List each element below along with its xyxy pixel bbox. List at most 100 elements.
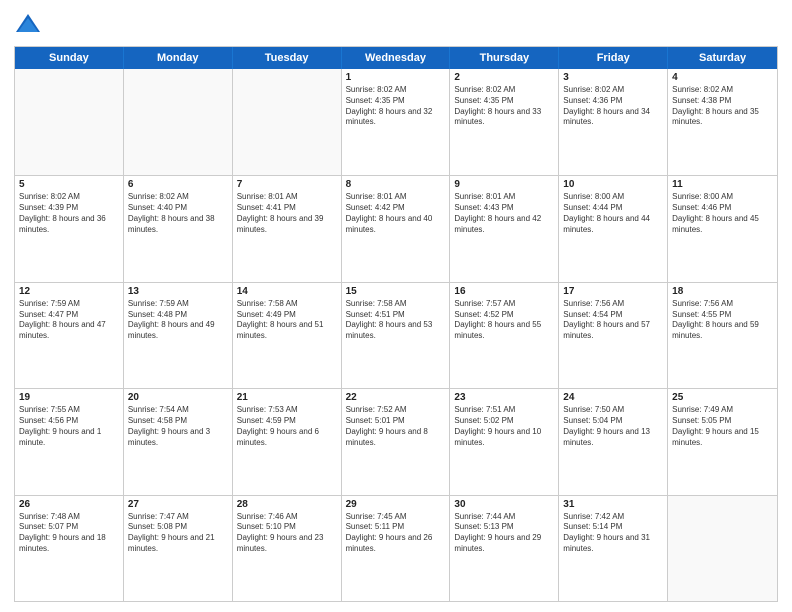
day-info: Sunrise: 8:02 AM Sunset: 4:35 PM Dayligh…: [454, 85, 554, 128]
day-number: 24: [563, 392, 663, 403]
day-number: 3: [563, 72, 663, 83]
day-number: 5: [19, 179, 119, 190]
day-cell-15: 15 Sunrise: 7:58 AM Sunset: 4:51 PM Dayli…: [342, 283, 451, 388]
header-day-monday: Monday: [124, 47, 233, 69]
day-info: Sunrise: 8:01 AM Sunset: 4:42 PM Dayligh…: [346, 192, 446, 235]
day-cell-21: 21Sunrise: 7:53 AM Sunset: 4:59 PM Dayli…: [233, 389, 342, 494]
day-number: 27: [128, 499, 228, 510]
day-info: Sunrise: 8:02 AM Sunset: 4:40 PM Dayligh…: [128, 192, 228, 235]
day-info: Sunrise: 7:54 AM Sunset: 4:58 PM Dayligh…: [128, 405, 228, 448]
day-cell-28: 28 Sunrise: 7:46 AM Sunset: 5:10 PM Dayli…: [233, 496, 342, 601]
page: SundayMondayTuesdayWednesdayThursdayFrid…: [0, 0, 792, 612]
day-cell-18: 18 Sunrise: 7:56 AM Sunset: 4:55 PM Dayli…: [668, 283, 777, 388]
empty-cell: [233, 69, 342, 175]
day-info: Sunrise: 7:59 AM Sunset: 4:47 PM Dayligh…: [19, 299, 119, 342]
header-day-sunday: Sunday: [15, 47, 124, 69]
day-info: Sunrise: 8:00 AM Sunset: 4:46 PM Dayligh…: [672, 192, 773, 235]
calendar-header: SundayMondayTuesdayWednesdayThursdayFrid…: [15, 47, 777, 69]
day-info: Sunrise: 7:52 AM Sunset: 5:01 PM Dayligh…: [346, 405, 446, 448]
day-cell-3: 3Sunrise: 8:02 AM Sunset: 4:36 PM Daylig…: [559, 69, 668, 175]
day-number: 29: [346, 499, 446, 510]
day-number: 4: [672, 72, 773, 83]
day-cell-8: 8 Sunrise: 8:01 AM Sunset: 4:42 PM Daylig…: [342, 176, 451, 281]
day-cell-24: 24Sunrise: 7:50 AM Sunset: 5:04 PM Dayli…: [559, 389, 668, 494]
day-cell-27: 27 Sunrise: 7:47 AM Sunset: 5:08 PM Dayli…: [124, 496, 233, 601]
day-info: Sunrise: 7:56 AM Sunset: 4:55 PM Dayligh…: [672, 299, 773, 342]
day-cell-25: 25Sunrise: 7:49 AM Sunset: 5:05 PM Dayli…: [668, 389, 777, 494]
day-info: Sunrise: 7:55 AM Sunset: 4:56 PM Dayligh…: [19, 405, 119, 448]
day-cell-1: 1 Sunrise: 8:02 AM Sunset: 4:35 PM Daylig…: [342, 69, 451, 175]
day-info: Sunrise: 8:00 AM Sunset: 4:44 PM Dayligh…: [563, 192, 663, 235]
day-info: Sunrise: 7:44 AM Sunset: 5:13 PM Dayligh…: [454, 512, 554, 555]
day-number: 10: [563, 179, 663, 190]
day-number: 17: [563, 286, 663, 297]
day-info: Sunrise: 7:49 AM Sunset: 5:05 PM Dayligh…: [672, 405, 773, 448]
day-number: 1: [346, 72, 446, 83]
day-cell-23: 23 Sunrise: 7:51 AM Sunset: 5:02 PM Dayli…: [450, 389, 559, 494]
day-info: Sunrise: 8:02 AM Sunset: 4:38 PM Dayligh…: [672, 85, 773, 128]
header-day-saturday: Saturday: [668, 47, 777, 69]
logo: [14, 10, 44, 38]
day-number: 16: [454, 286, 554, 297]
day-cell-13: 13Sunrise: 7:59 AM Sunset: 4:48 PM Dayli…: [124, 283, 233, 388]
day-cell-22: 22 Sunrise: 7:52 AM Sunset: 5:01 PM Dayli…: [342, 389, 451, 494]
day-info: Sunrise: 8:02 AM Sunset: 4:35 PM Dayligh…: [346, 85, 446, 128]
header: [14, 10, 778, 38]
day-info: Sunrise: 7:58 AM Sunset: 4:51 PM Dayligh…: [346, 299, 446, 342]
day-number: 2: [454, 72, 554, 83]
day-number: 13: [128, 286, 228, 297]
day-number: 31: [563, 499, 663, 510]
calendar-row-4: 19Sunrise: 7:55 AM Sunset: 4:56 PM Dayli…: [15, 388, 777, 494]
day-info: Sunrise: 7:47 AM Sunset: 5:08 PM Dayligh…: [128, 512, 228, 555]
day-number: 11: [672, 179, 773, 190]
day-number: 14: [237, 286, 337, 297]
logo-icon: [14, 10, 42, 38]
header-day-thursday: Thursday: [450, 47, 559, 69]
day-cell-19: 19Sunrise: 7:55 AM Sunset: 4:56 PM Dayli…: [15, 389, 124, 494]
day-cell-9: 9 Sunrise: 8:01 AM Sunset: 4:43 PM Daylig…: [450, 176, 559, 281]
day-number: 7: [237, 179, 337, 190]
day-info: Sunrise: 7:56 AM Sunset: 4:54 PM Dayligh…: [563, 299, 663, 342]
day-cell-17: 17 Sunrise: 7:56 AM Sunset: 4:54 PM Dayli…: [559, 283, 668, 388]
day-info: Sunrise: 7:53 AM Sunset: 4:59 PM Dayligh…: [237, 405, 337, 448]
day-info: Sunrise: 7:45 AM Sunset: 5:11 PM Dayligh…: [346, 512, 446, 555]
day-cell-4: 4 Sunrise: 8:02 AM Sunset: 4:38 PM Daylig…: [668, 69, 777, 175]
day-cell-29: 29 Sunrise: 7:45 AM Sunset: 5:11 PM Dayli…: [342, 496, 451, 601]
header-day-friday: Friday: [559, 47, 668, 69]
day-number: 12: [19, 286, 119, 297]
header-day-wednesday: Wednesday: [342, 47, 451, 69]
day-cell-16: 16Sunrise: 7:57 AM Sunset: 4:52 PM Dayli…: [450, 283, 559, 388]
day-cell-12: 12 Sunrise: 7:59 AM Sunset: 4:47 PM Dayli…: [15, 283, 124, 388]
day-info: Sunrise: 7:48 AM Sunset: 5:07 PM Dayligh…: [19, 512, 119, 555]
day-info: Sunrise: 7:51 AM Sunset: 5:02 PM Dayligh…: [454, 405, 554, 448]
day-cell-5: 5 Sunrise: 8:02 AM Sunset: 4:39 PM Daylig…: [15, 176, 124, 281]
day-number: 26: [19, 499, 119, 510]
day-number: 22: [346, 392, 446, 403]
day-number: 23: [454, 392, 554, 403]
day-info: Sunrise: 7:46 AM Sunset: 5:10 PM Dayligh…: [237, 512, 337, 555]
day-number: 6: [128, 179, 228, 190]
day-cell-30: 30 Sunrise: 7:44 AM Sunset: 5:13 PM Dayli…: [450, 496, 559, 601]
day-number: 30: [454, 499, 554, 510]
day-cell-6: 6 Sunrise: 8:02 AM Sunset: 4:40 PM Daylig…: [124, 176, 233, 281]
day-number: 9: [454, 179, 554, 190]
day-number: 28: [237, 499, 337, 510]
calendar-body: 1 Sunrise: 8:02 AM Sunset: 4:35 PM Daylig…: [15, 69, 777, 601]
empty-cell: [124, 69, 233, 175]
calendar-row-5: 26 Sunrise: 7:48 AM Sunset: 5:07 PM Dayli…: [15, 495, 777, 601]
day-number: 8: [346, 179, 446, 190]
day-info: Sunrise: 8:02 AM Sunset: 4:39 PM Dayligh…: [19, 192, 119, 235]
day-number: 18: [672, 286, 773, 297]
calendar: SundayMondayTuesdayWednesdayThursdayFrid…: [14, 46, 778, 602]
day-cell-2: 2 Sunrise: 8:02 AM Sunset: 4:35 PM Daylig…: [450, 69, 559, 175]
day-info: Sunrise: 8:01 AM Sunset: 4:41 PM Dayligh…: [237, 192, 337, 235]
day-cell-31: 31Sunrise: 7:42 AM Sunset: 5:14 PM Dayli…: [559, 496, 668, 601]
day-number: 20: [128, 392, 228, 403]
day-cell-7: 7 Sunrise: 8:01 AM Sunset: 4:41 PM Daylig…: [233, 176, 342, 281]
day-number: 15: [346, 286, 446, 297]
day-info: Sunrise: 8:01 AM Sunset: 4:43 PM Dayligh…: [454, 192, 554, 235]
day-cell-11: 11 Sunrise: 8:00 AM Sunset: 4:46 PM Dayli…: [668, 176, 777, 281]
day-info: Sunrise: 7:58 AM Sunset: 4:49 PM Dayligh…: [237, 299, 337, 342]
calendar-row-1: 1 Sunrise: 8:02 AM Sunset: 4:35 PM Daylig…: [15, 69, 777, 175]
day-cell-26: 26 Sunrise: 7:48 AM Sunset: 5:07 PM Dayli…: [15, 496, 124, 601]
